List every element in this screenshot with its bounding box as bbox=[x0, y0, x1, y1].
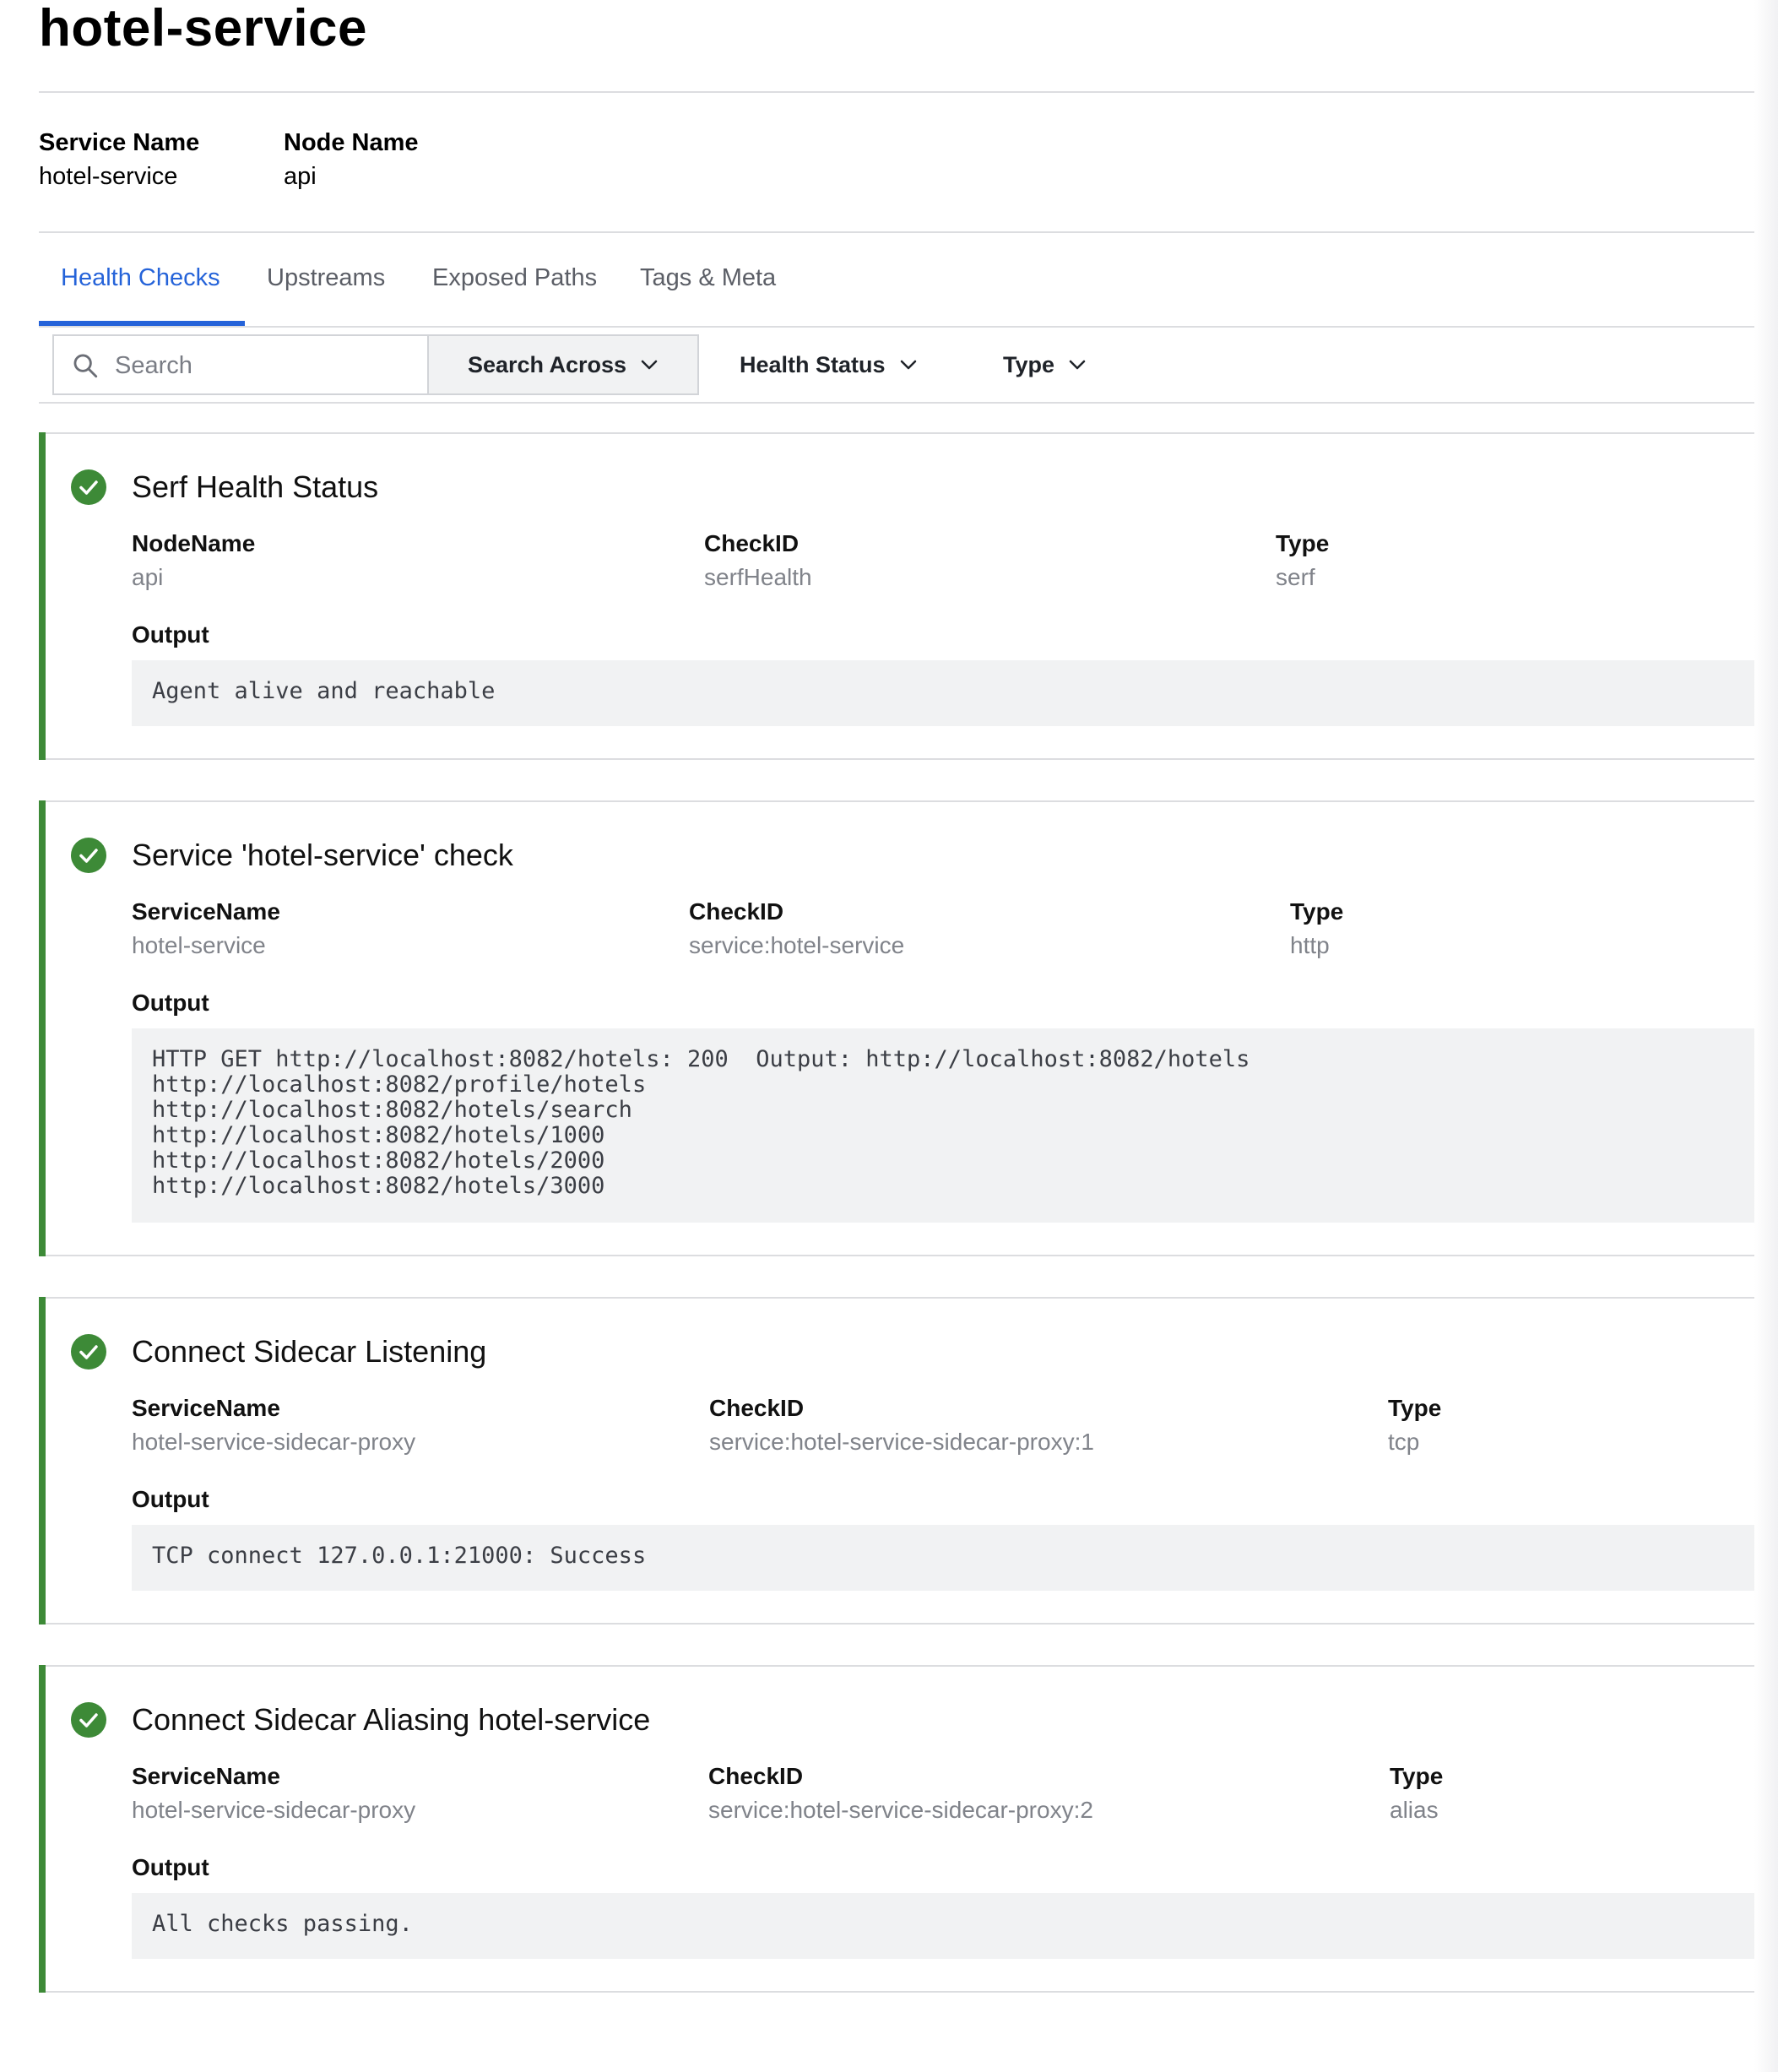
check-circle-icon bbox=[71, 1334, 106, 1370]
field-label: ServiceName bbox=[132, 898, 280, 925]
search-across-dropdown[interactable]: Search Across bbox=[427, 334, 699, 395]
health-check-card: Connect Sidecar Listening ServiceName ho… bbox=[39, 1297, 1778, 1625]
field-value: service:hotel-service-sidecar-proxy:1 bbox=[709, 1429, 1094, 1455]
status-bar-passing bbox=[39, 800, 46, 1256]
field-value: serfHealth bbox=[704, 564, 812, 590]
health-check-card: Serf Health Status NodeName api CheckID … bbox=[39, 432, 1778, 760]
health-status-dropdown[interactable]: Health Status bbox=[740, 334, 918, 395]
field-value: service:hotel-service-sidecar-proxy:2 bbox=[708, 1797, 1093, 1823]
field-label: CheckID bbox=[689, 898, 784, 925]
field-label: CheckID bbox=[704, 530, 800, 556]
field-label: NodeName bbox=[132, 530, 256, 556]
divider bbox=[39, 402, 1778, 404]
check-circle-icon bbox=[71, 1702, 106, 1738]
tab-tags-meta[interactable]: Tags & Meta bbox=[640, 233, 776, 328]
check-title: Connect Sidecar Listening bbox=[132, 1334, 487, 1369]
field-value: alias bbox=[1390, 1797, 1439, 1823]
type-label: Type bbox=[1003, 351, 1055, 377]
field-check-id: CheckID service:hotel-service-sidecar-pr… bbox=[708, 1761, 1093, 1825]
scroll-shadow bbox=[1754, 0, 1778, 2072]
page: hotel-service Service Name hotel-service… bbox=[0, 0, 1778, 2072]
output-label: Output bbox=[132, 990, 209, 1016]
field-value: api bbox=[132, 564, 164, 590]
field-label: ServiceName bbox=[132, 1763, 280, 1789]
divider bbox=[39, 326, 1778, 328]
status-bar-passing bbox=[39, 1665, 46, 1993]
field-type: Type alias bbox=[1390, 1761, 1443, 1825]
field-check-id: CheckID service:hotel-service-sidecar-pr… bbox=[709, 1393, 1094, 1457]
service-name-value: hotel-service bbox=[39, 163, 178, 190]
field-value: tcp bbox=[1388, 1429, 1420, 1455]
node-name-value: api bbox=[284, 163, 317, 190]
status-bar-passing bbox=[39, 1297, 46, 1625]
output-box: TCP connect 127.0.0.1:21000: Success bbox=[132, 1525, 1778, 1591]
field-value: http bbox=[1290, 932, 1330, 958]
field-label: Type bbox=[1290, 898, 1344, 925]
field-value: service:hotel-service bbox=[689, 932, 905, 958]
field-service-name: ServiceName hotel-service-sidecar-proxy bbox=[132, 1761, 415, 1825]
output-label: Output bbox=[132, 621, 209, 648]
check-circle-icon bbox=[71, 838, 106, 873]
node-name-info: Node Name api bbox=[284, 127, 419, 193]
output-label: Output bbox=[132, 1486, 209, 1512]
field-label: CheckID bbox=[708, 1763, 804, 1789]
field-value: hotel-service-sidecar-proxy bbox=[132, 1797, 416, 1823]
health-status-label: Health Status bbox=[740, 351, 886, 377]
field-node-name: NodeName api bbox=[132, 529, 255, 593]
type-dropdown[interactable]: Type bbox=[1003, 334, 1087, 395]
field-type: Type http bbox=[1290, 897, 1343, 961]
search-placeholder: Search bbox=[115, 352, 192, 379]
check-title: Serf Health Status bbox=[132, 469, 379, 504]
field-value: serf bbox=[1276, 564, 1315, 590]
search-across-label: Search Across bbox=[467, 351, 627, 377]
field-type: Type tcp bbox=[1388, 1393, 1441, 1457]
field-label: Type bbox=[1276, 530, 1330, 556]
tab-upstreams[interactable]: Upstreams bbox=[267, 233, 385, 328]
status-bar-passing bbox=[39, 432, 46, 760]
check-title: Service 'hotel-service' check bbox=[132, 838, 513, 872]
health-check-card: Connect Sidecar Aliasing hotel-service S… bbox=[39, 1665, 1778, 1993]
output-box: All checks passing. bbox=[132, 1893, 1778, 1959]
tab-exposed-paths[interactable]: Exposed Paths bbox=[432, 233, 597, 328]
output-label: Output bbox=[132, 1854, 209, 1880]
field-value: hotel-service bbox=[132, 932, 266, 958]
search-input[interactable]: Search bbox=[52, 334, 429, 395]
output-box: HTTP GET http://localhost:8082/hotels: 2… bbox=[132, 1028, 1778, 1223]
tab-bar: Health Checks Upstreams Exposed Paths Ta… bbox=[39, 233, 1778, 328]
field-service-name: ServiceName hotel-service bbox=[132, 897, 280, 961]
output-box: Agent alive and reachable bbox=[132, 660, 1778, 726]
service-name-info: Service Name hotel-service bbox=[39, 127, 199, 193]
field-check-id: CheckID serfHealth bbox=[704, 529, 812, 593]
chevron-down-icon bbox=[900, 360, 916, 370]
field-service-name: ServiceName hotel-service-sidecar-proxy bbox=[132, 1393, 415, 1457]
filter-bar: Search Search Across Health Status Type bbox=[39, 333, 1778, 402]
search-icon bbox=[73, 354, 98, 378]
field-check-id: CheckID service:hotel-service bbox=[689, 897, 904, 961]
field-label: Type bbox=[1390, 1763, 1444, 1789]
page-title: hotel-service bbox=[39, 0, 368, 57]
tab-health-checks[interactable]: Health Checks bbox=[61, 233, 220, 328]
field-type: Type serf bbox=[1276, 529, 1329, 593]
field-label: ServiceName bbox=[132, 1395, 280, 1421]
chevron-down-icon bbox=[1069, 360, 1086, 370]
node-name-label: Node Name bbox=[284, 129, 419, 156]
check-circle-icon bbox=[71, 469, 106, 505]
check-title: Connect Sidecar Aliasing hotel-service bbox=[132, 1702, 651, 1737]
chevron-down-icon bbox=[641, 360, 658, 370]
field-label: Type bbox=[1388, 1395, 1442, 1421]
field-value: hotel-service-sidecar-proxy bbox=[132, 1429, 416, 1455]
divider bbox=[39, 91, 1778, 93]
service-name-label: Service Name bbox=[39, 129, 200, 156]
field-label: CheckID bbox=[709, 1395, 805, 1421]
health-check-card: Service 'hotel-service' check ServiceNam… bbox=[39, 800, 1778, 1256]
